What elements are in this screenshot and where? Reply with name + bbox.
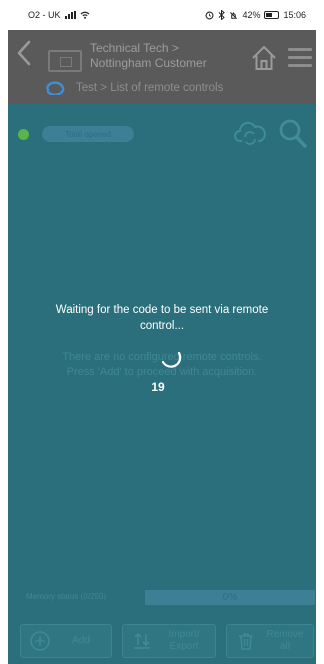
breadcrumb-line-1: Technical Tech > bbox=[90, 41, 179, 55]
memory-status-label: Memory status (0/250) bbox=[26, 592, 107, 601]
add-icon bbox=[30, 631, 50, 651]
home-button[interactable] bbox=[250, 44, 278, 72]
back-button[interactable] bbox=[12, 38, 36, 68]
remove-all-label-line-2: all bbox=[279, 641, 290, 652]
status-indicator bbox=[18, 129, 29, 140]
import-export-label-line-1: Import/ bbox=[168, 629, 200, 640]
phone-screen: O2 - UK 42% 15:06 Technical Tech > Notti… bbox=[0, 0, 324, 664]
wifi-icon bbox=[80, 11, 89, 19]
status-right: 42% 15:06 bbox=[205, 10, 306, 20]
import-export-label: Import/ Export bbox=[153, 629, 215, 653]
breadcrumb: Technical Tech > Nottingham Customer bbox=[90, 41, 240, 71]
memory-percent: 0% bbox=[222, 592, 238, 603]
search-button[interactable] bbox=[278, 118, 308, 150]
battery-percent: 42% bbox=[242, 10, 261, 20]
add-label: Add bbox=[72, 635, 90, 646]
status-filter-pill[interactable]: Total opened bbox=[42, 126, 134, 142]
remove-all-label-line-1: Remove bbox=[266, 629, 304, 640]
import-export-label-line-2: Export bbox=[169, 641, 199, 652]
memory-status: Memory status (0/250) 0% bbox=[8, 588, 316, 606]
mute-icon bbox=[230, 11, 238, 19]
breadcrumb-line-2: Nottingham Customer bbox=[90, 56, 207, 70]
alarm-icon bbox=[205, 11, 214, 19]
subtitle-text: Test > List of remote controls bbox=[76, 82, 224, 94]
remove-all-label: Remove all bbox=[257, 629, 313, 653]
search-icon bbox=[279, 119, 307, 148]
waiting-message: Waiting for the code to be sent via remo… bbox=[55, 304, 269, 332]
add-button[interactable]: Add bbox=[20, 624, 112, 658]
app-header: Technical Tech > Nottingham Customer Tes… bbox=[8, 30, 316, 104]
menu-button[interactable] bbox=[288, 48, 312, 68]
import-export-button[interactable]: Import/ Export bbox=[122, 624, 216, 658]
cloud-sync-icon bbox=[234, 121, 266, 145]
menu-icon bbox=[288, 48, 312, 67]
status-left: O2 - UK bbox=[28, 10, 90, 20]
page-subtitle: Test > List of remote controls bbox=[44, 81, 223, 95]
status-bar: O2 - UK 42% 15:06 bbox=[0, 0, 324, 30]
trash-icon bbox=[239, 633, 253, 650]
sync-icon bbox=[46, 81, 65, 95]
carrier-label: O2 - UK bbox=[28, 10, 61, 20]
remove-all-button[interactable]: Remove all bbox=[226, 624, 314, 658]
home-icon bbox=[252, 46, 276, 70]
import-export-icon bbox=[134, 632, 150, 649]
main-content: Total opened There are no configured rem… bbox=[8, 104, 316, 664]
bluetooth-icon bbox=[219, 10, 226, 20]
signal-icon bbox=[64, 11, 76, 19]
list-toolbar: Total opened bbox=[8, 116, 316, 152]
memory-progress-bar: 0% bbox=[145, 590, 315, 605]
countdown-timer: 19 bbox=[151, 380, 165, 394]
loading-spinner bbox=[161, 351, 182, 368]
clock: 15:06 bbox=[283, 10, 306, 20]
battery-icon bbox=[264, 11, 280, 19]
back-icon bbox=[17, 40, 31, 66]
device-icon bbox=[48, 50, 82, 72]
cloud-sync-button[interactable] bbox=[234, 118, 266, 148]
